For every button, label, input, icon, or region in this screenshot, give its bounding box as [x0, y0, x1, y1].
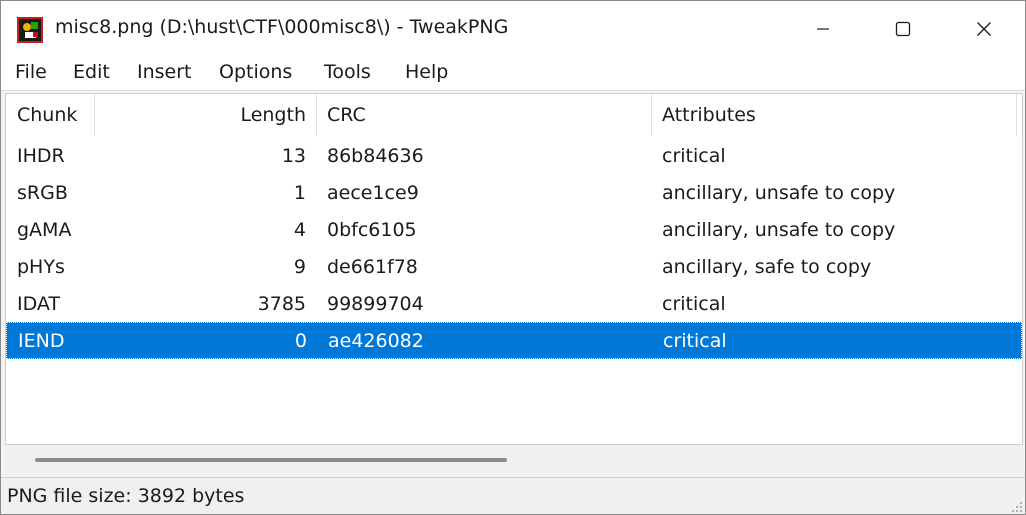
chunk-attributes: ancillary, safe to copy	[662, 256, 872, 278]
minimize-icon	[817, 27, 829, 30]
table-row[interactable]: IDAT 3785 99899704 critical	[6, 286, 1022, 323]
close-button[interactable]	[943, 1, 1025, 56]
chunk-name: pHYs	[17, 256, 65, 278]
chunk-attributes: ancillary, unsafe to copy	[662, 182, 896, 204]
chunk-length: 3785	[257, 293, 306, 315]
chunk-attributes: critical	[662, 145, 726, 167]
column-header-chunk[interactable]: Chunk	[17, 94, 77, 136]
list-header: Chunk Length CRC Attributes	[6, 94, 1022, 136]
menu-file[interactable]: File	[15, 61, 47, 83]
table-row[interactable]: gAMA 4 0bfc6105 ancillary, unsafe to cop…	[6, 212, 1022, 249]
scrollbar-thumb[interactable]	[35, 458, 507, 462]
resize-grip-icon[interactable]	[1011, 501, 1023, 513]
column-header-length[interactable]: Length	[106, 94, 306, 136]
menu-edit[interactable]: Edit	[73, 61, 110, 83]
maximize-button[interactable]	[863, 1, 943, 56]
title-bar[interactable]: misc8.png (D:\hust\CTF\000misc8\) - Twea…	[1, 1, 1025, 56]
menu-options[interactable]: Options	[219, 61, 292, 83]
chunk-length: 0	[294, 330, 307, 352]
table-row-selected[interactable]: IEND 0 ae426082 critical	[6, 322, 1022, 359]
maximize-icon	[895, 21, 911, 36]
chunk-length: 13	[281, 145, 306, 167]
column-header-attributes[interactable]: Attributes	[662, 94, 756, 136]
chunk-attributes: critical	[662, 293, 726, 315]
menu-tools[interactable]: Tools	[324, 61, 371, 83]
chunk-attributes: critical	[663, 330, 727, 352]
menu-bar: File Edit Insert Options Tools Help	[1, 56, 1025, 91]
chunk-name: IHDR	[17, 145, 65, 167]
horizontal-scrollbar[interactable]	[5, 445, 1023, 475]
chunk-name: sRGB	[17, 182, 68, 204]
menu-help[interactable]: Help	[405, 61, 448, 83]
chunk-crc: aece1ce9	[327, 182, 419, 204]
close-icon	[977, 21, 991, 36]
column-header-crc[interactable]: CRC	[327, 94, 366, 136]
chunk-name: gAMA	[17, 219, 72, 241]
status-bar: PNG file size: 3892 bytes	[1, 477, 1025, 514]
menu-insert[interactable]: Insert	[137, 61, 192, 83]
chunk-crc: 86b84636	[327, 145, 424, 167]
chunk-attributes: ancillary, unsafe to copy	[662, 219, 896, 241]
chunk-name: IEND	[18, 330, 65, 352]
minimize-button[interactable]	[783, 1, 863, 56]
table-row[interactable]: pHYs 9 de661f78 ancillary, safe to copy	[6, 249, 1022, 286]
tweakpng-window: misc8.png (D:\hust\CTF\000misc8\) - Twea…	[0, 0, 1026, 515]
chunk-crc: de661f78	[327, 256, 418, 278]
chunk-list[interactable]: Chunk Length CRC Attributes IHDR 13 86b8…	[5, 93, 1023, 445]
chunk-crc: 0bfc6105	[327, 219, 417, 241]
table-row[interactable]: sRGB 1 aece1ce9 ancillary, unsafe to cop…	[6, 175, 1022, 212]
chunk-crc: 99899704	[327, 293, 424, 315]
table-row[interactable]: IHDR 13 86b84636 critical	[6, 138, 1022, 175]
chunk-length: 9	[293, 256, 306, 278]
chunk-name: IDAT	[17, 293, 61, 315]
chunk-length: 4	[293, 219, 306, 241]
file-size-status: PNG file size: 3892 bytes	[7, 485, 245, 507]
chunk-length: 1	[293, 182, 306, 204]
chunk-crc: ae426082	[328, 330, 424, 352]
window-title: misc8.png (D:\hust\CTF\000misc8\) - Twea…	[55, 16, 509, 38]
tweakpng-app-icon[interactable]	[17, 17, 43, 43]
